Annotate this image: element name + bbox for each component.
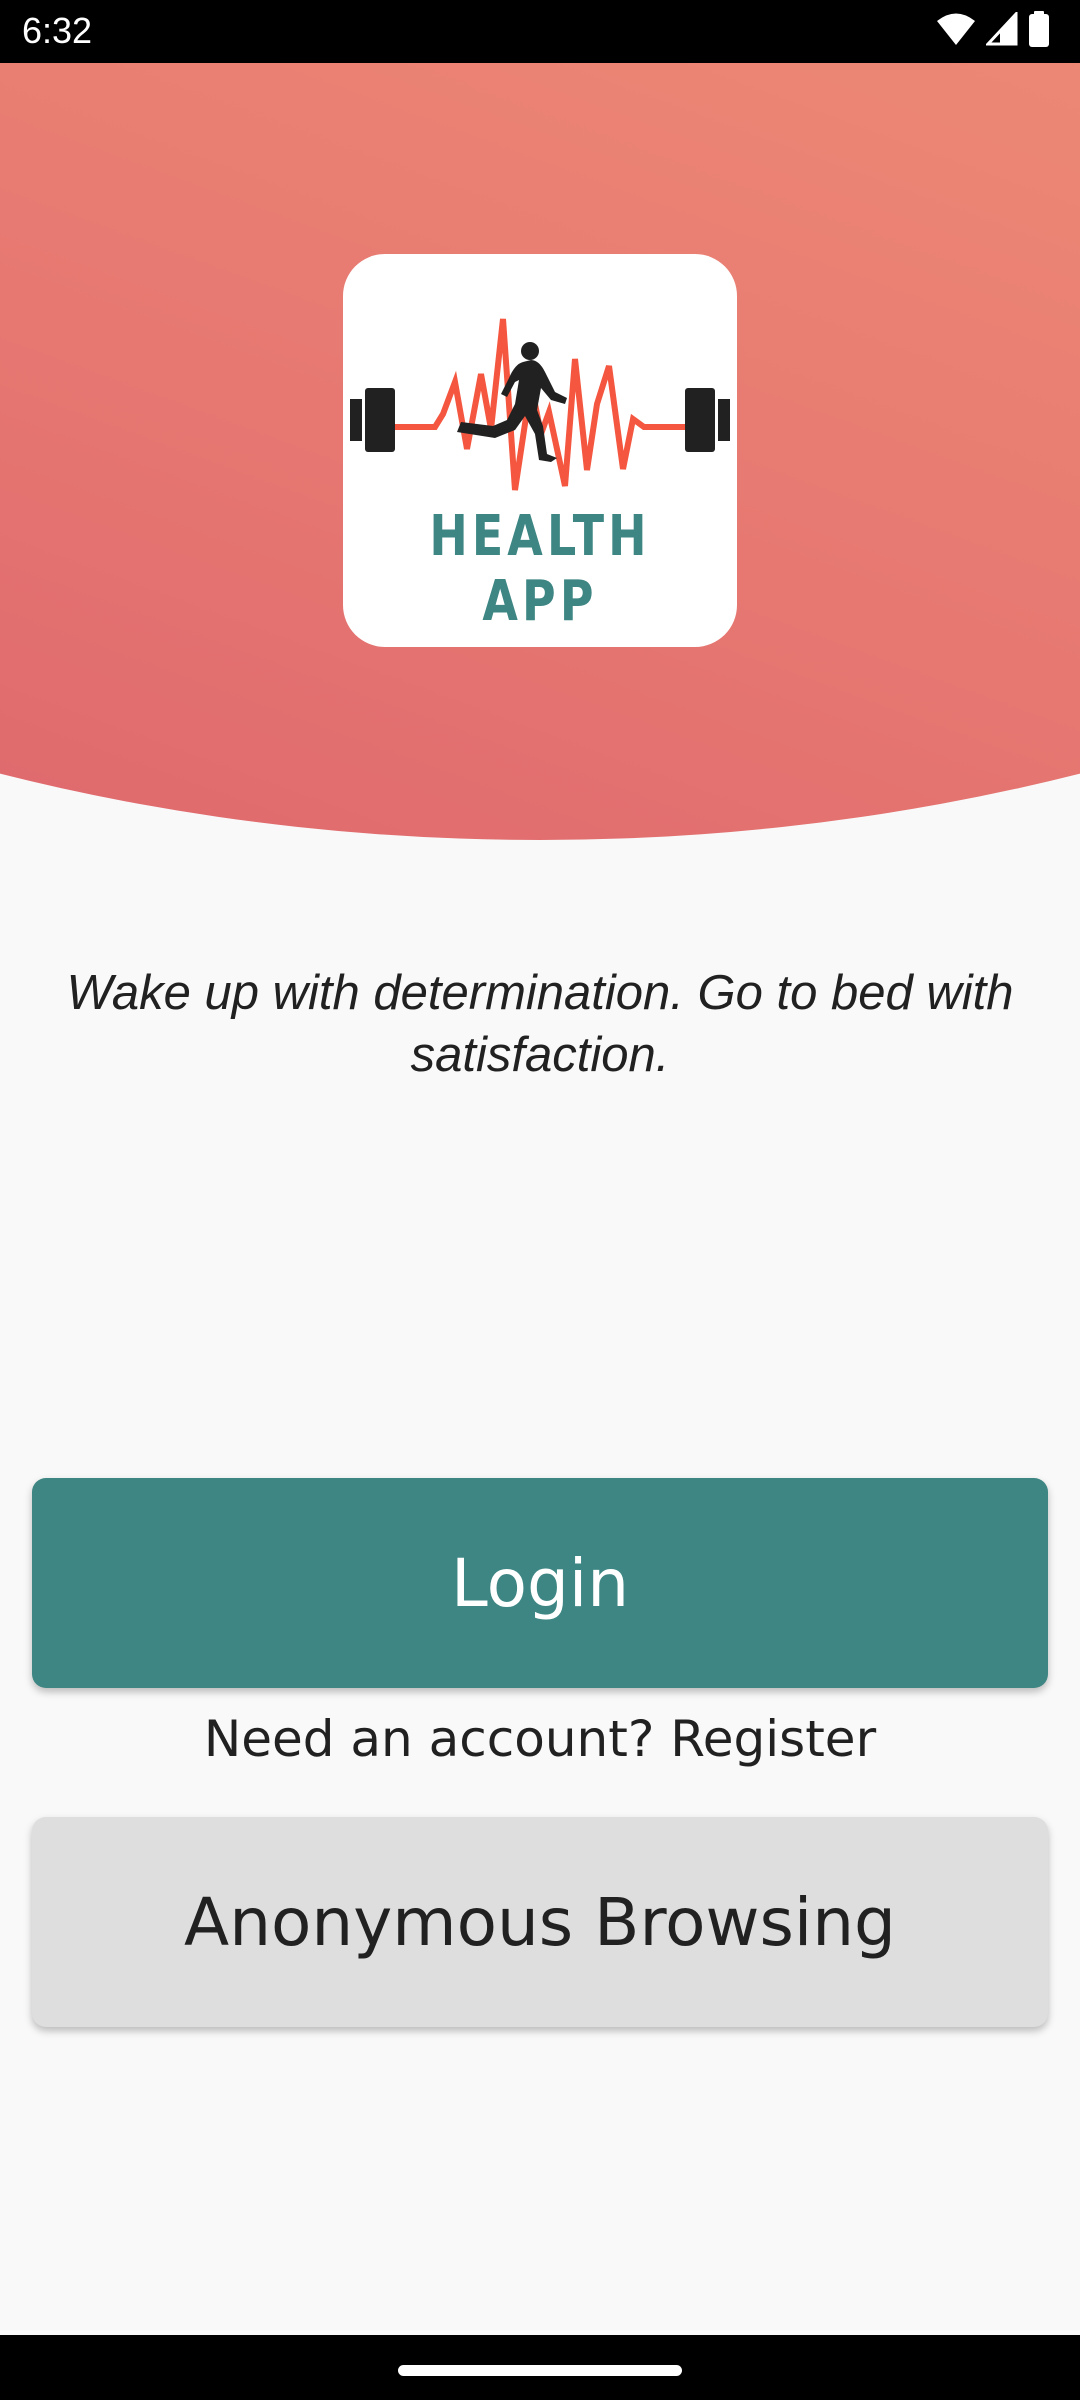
home-gesture-handle[interactable] bbox=[398, 2365, 682, 2376]
battery-icon bbox=[1028, 10, 1050, 52]
register-link[interactable]: Need an account? Register bbox=[0, 1710, 1080, 1768]
login-screen: 6:32 HEALTH APP Wake up with determinati… bbox=[0, 0, 1080, 2400]
signal-icon bbox=[984, 9, 1018, 51]
wifi-icon bbox=[936, 12, 976, 51]
status-icons bbox=[936, 9, 1050, 52]
anonymous-browsing-label: Anonymous Browsing bbox=[184, 1883, 896, 1961]
app-logo: HEALTH APP bbox=[343, 254, 737, 647]
status-time: 6:32 bbox=[22, 10, 93, 51]
logo-text: HEALTH APP bbox=[429, 504, 651, 634]
status-bar: 6:32 bbox=[0, 0, 1080, 63]
login-button-label: Login bbox=[450, 1544, 630, 1622]
login-button[interactable]: Login bbox=[32, 1478, 1048, 1688]
navigation-bar bbox=[0, 2335, 1080, 2400]
motivational-quote: Wake up with determination. Go to bed wi… bbox=[66, 966, 1014, 1082]
anonymous-browsing-button[interactable]: Anonymous Browsing bbox=[32, 1817, 1048, 2027]
